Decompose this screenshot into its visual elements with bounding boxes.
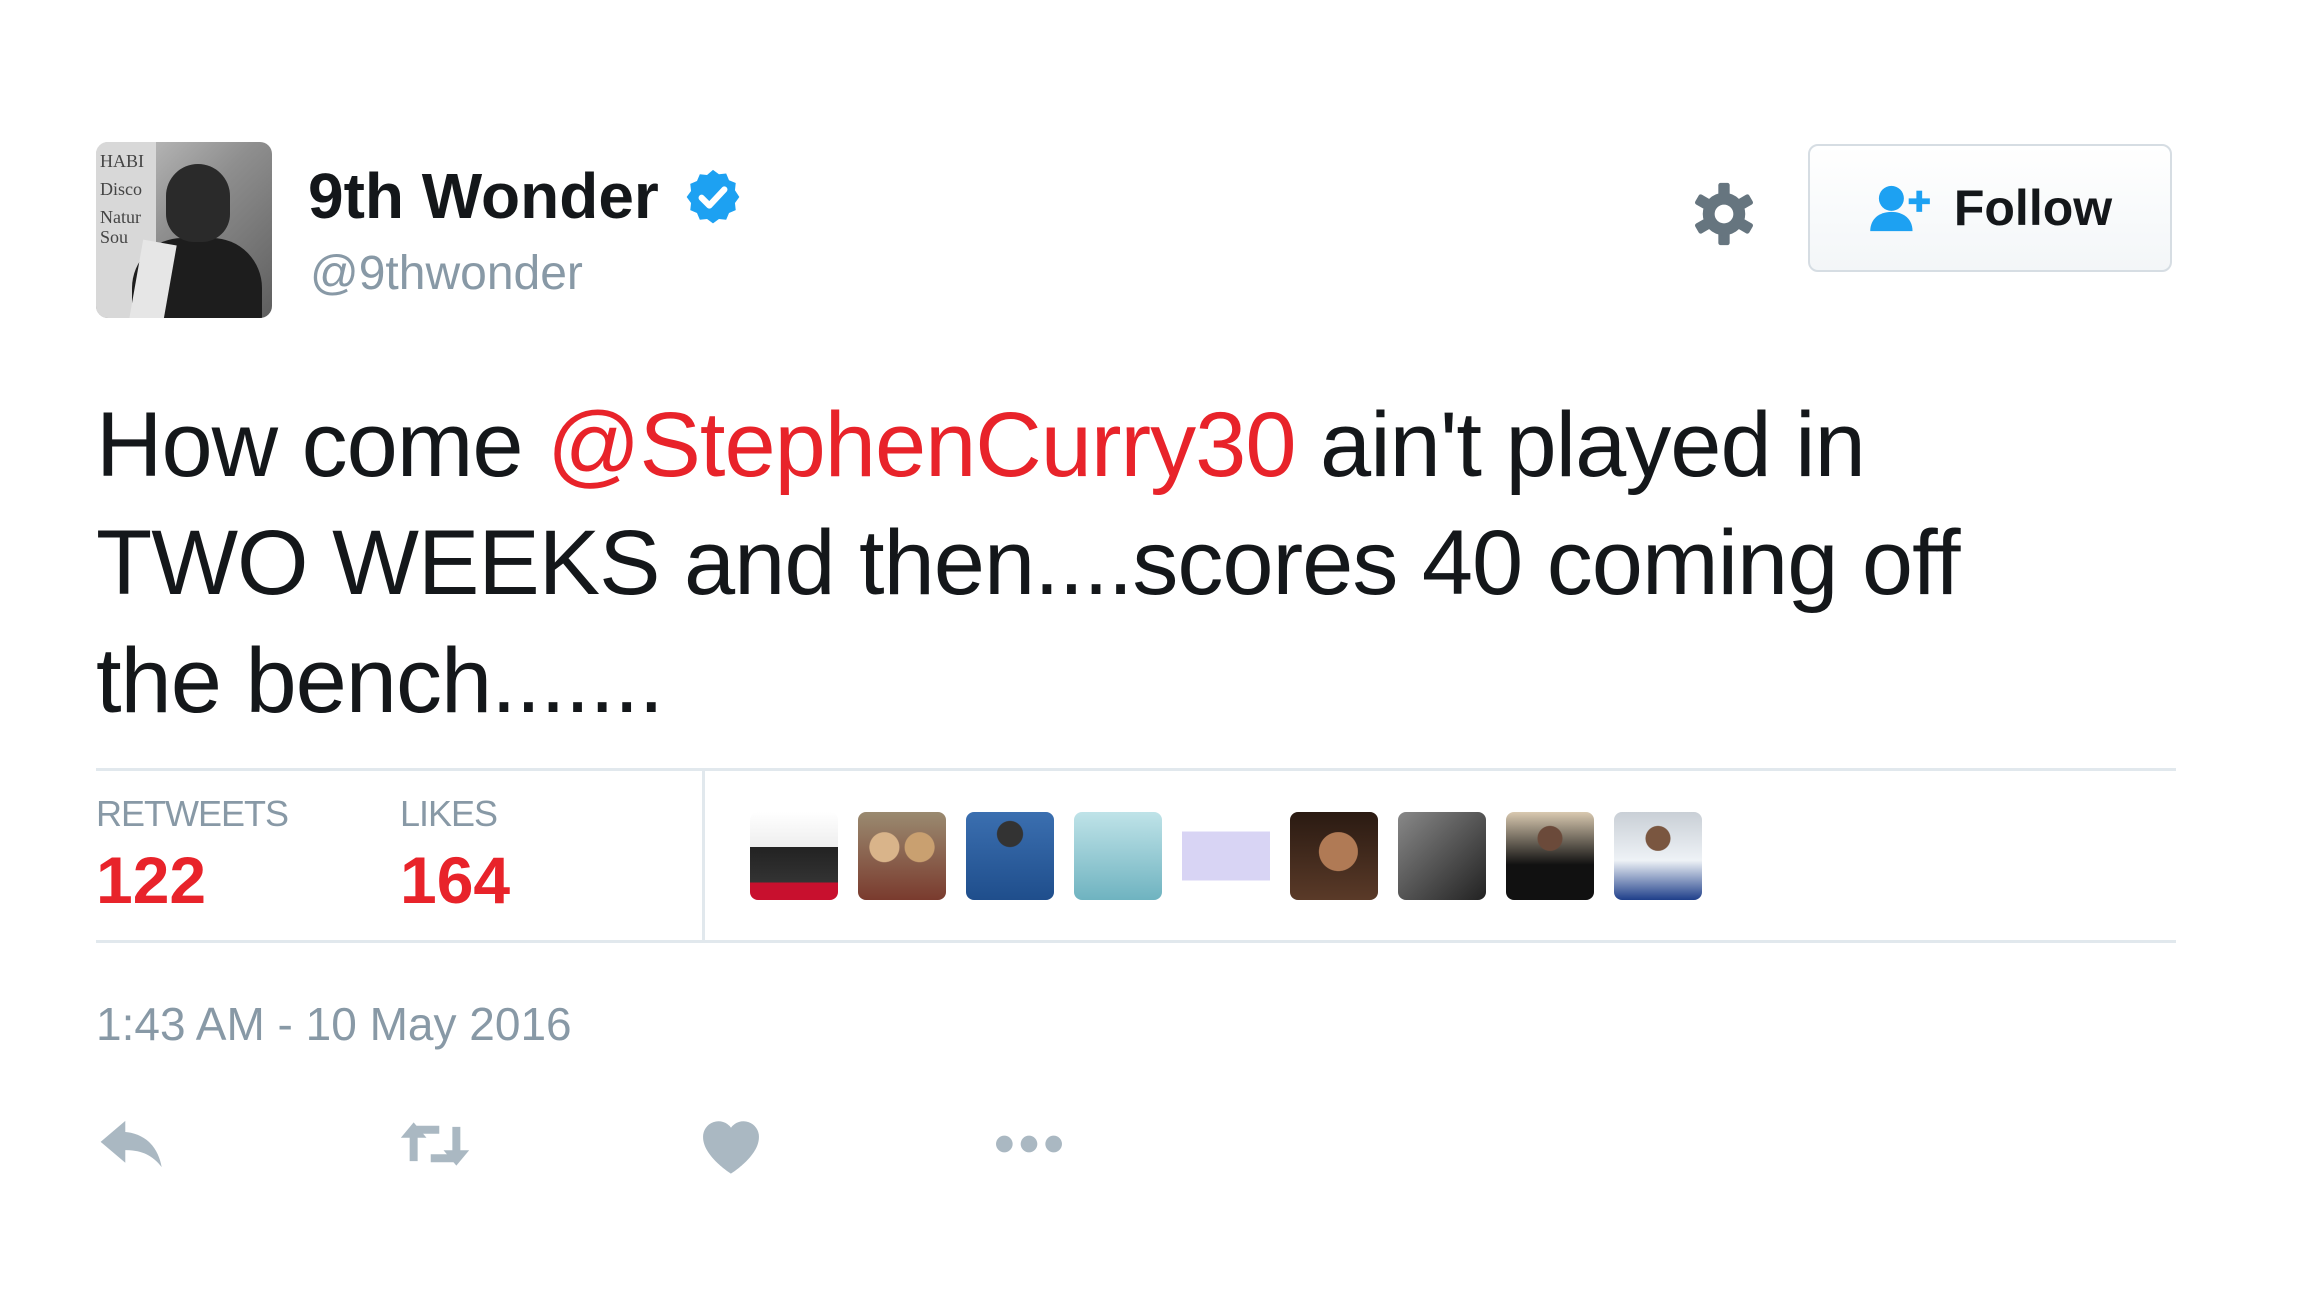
mention-link[interactable]: @StephenCurry30 (547, 394, 1296, 496)
author-handle[interactable]: @9thwonder (310, 246, 583, 302)
likes-stat[interactable]: LIKES 164 (400, 794, 510, 920)
tweet-line-2: TWO WEEKS and then....scores 40 coming o… (96, 512, 1961, 614)
liker-avatar[interactable] (1398, 812, 1486, 900)
author-display-name[interactable]: 9th Wonder (308, 160, 659, 232)
avatar-figure-head (166, 164, 230, 242)
tweet-line-3: the bench....... (96, 630, 664, 732)
gear-icon[interactable] (1690, 180, 1758, 248)
stats-divider-bottom (96, 940, 2176, 943)
liker-avatar[interactable] (1506, 812, 1594, 900)
liker-avatar[interactable] (1182, 812, 1270, 900)
retweet-icon[interactable] (398, 1112, 472, 1176)
follow-button[interactable]: Follow (1808, 144, 2172, 272)
retweets-count: 122 (96, 843, 207, 917)
likes-label: LIKES (400, 793, 498, 834)
likes-count: 164 (400, 843, 511, 917)
liker-avatar[interactable] (966, 812, 1054, 900)
liker-avatar[interactable] (1614, 812, 1702, 900)
stats-divider-vertical (702, 770, 705, 940)
tweet-text: How come @StephenCurry30 ain't played in… (96, 386, 2196, 740)
liker-avatar[interactable] (750, 812, 838, 900)
tweet-timestamp[interactable]: 1:43 AM - 10 May 2016 (96, 996, 572, 1052)
verified-badge-icon (686, 169, 740, 224)
follow-button-label: Follow (1953, 180, 2113, 236)
like-heart-icon[interactable] (694, 1112, 768, 1176)
stats-divider-top (96, 768, 2176, 771)
liker-avatar[interactable] (1290, 812, 1378, 900)
liker-avatar[interactable] (1074, 812, 1162, 900)
author-avatar[interactable]: HABI Disco Natur Sou (96, 142, 272, 318)
more-icon[interactable] (992, 1112, 1066, 1176)
retweets-stat[interactable]: RETWEETS 122 (96, 793, 289, 920)
liker-avatar[interactable] (858, 812, 946, 900)
tweet-card: HABI Disco Natur Sou 9th Wonder @9thwond… (0, 0, 2304, 1296)
tweet-line-1: How come @StephenCurry30 ain't played in (96, 394, 1866, 496)
add-user-icon (1870, 185, 1930, 232)
reply-icon[interactable] (96, 1112, 170, 1176)
retweets-label: RETWEETS (96, 793, 289, 834)
